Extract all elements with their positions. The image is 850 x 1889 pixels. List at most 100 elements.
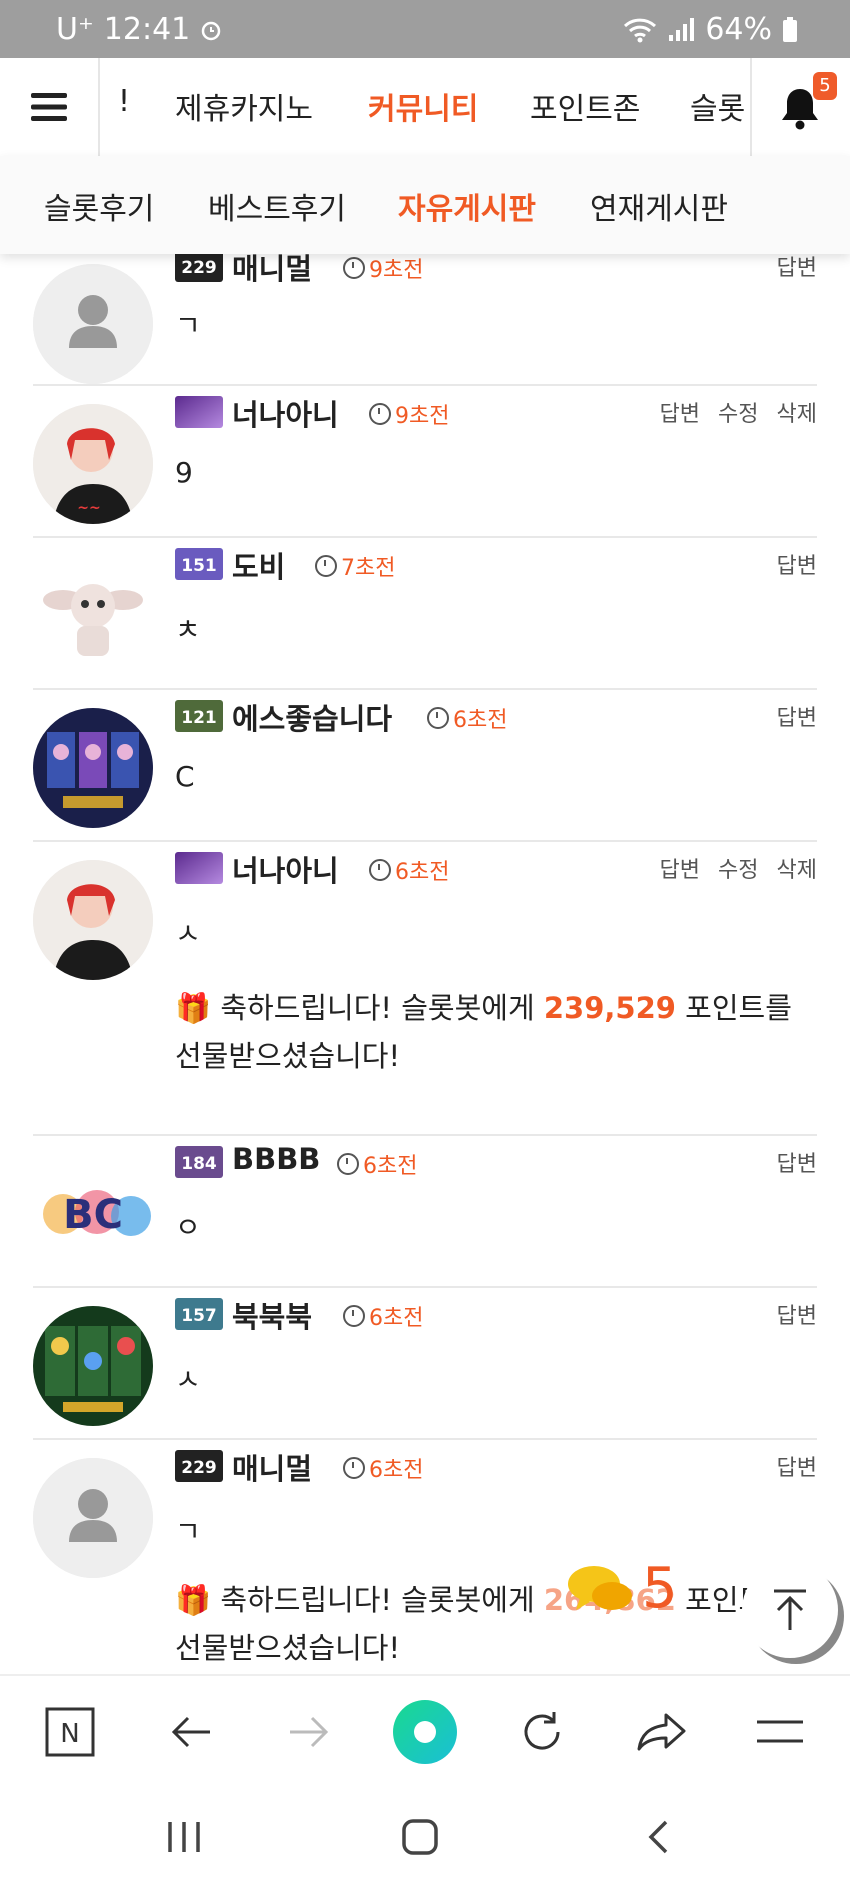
comment-feed: 229 매니멀 9초전 답변 ㄱ ~~ 너나아니 9초전 답변 수정 삭제 9 … — [0, 254, 850, 1674]
browser-toolbar: N — [0, 1674, 850, 1788]
nav-item-slot[interactable]: 슬롯 — [690, 84, 745, 128]
comment-author[interactable]: 너나아니 — [232, 392, 339, 434]
comment-time: 6초전 — [369, 854, 449, 886]
reply-button[interactable]: 답변 — [777, 548, 817, 580]
nav-item-point-zone[interactable]: 포인트존 — [530, 84, 640, 128]
level-label: 121 — [181, 708, 217, 728]
alarm-icon — [202, 21, 221, 40]
nav-scroll: ! 제휴카지노 커뮤니티 포인트존 슬롯 — [98, 58, 750, 156]
comment-time: 6초전 — [427, 702, 507, 734]
comment-item: BC 184 BBBB 6초전 답변 ㅇ — [33, 1136, 817, 1288]
gift-amount: 239,529 — [543, 991, 676, 1025]
clock-icon — [343, 257, 365, 279]
avatar[interactable] — [33, 708, 153, 828]
nav-item-community[interactable]: 커뮤니티 — [368, 84, 478, 128]
comment-author[interactable]: BBBB — [232, 1142, 320, 1176]
hamburger-menu-button[interactable] — [0, 58, 100, 156]
reply-button[interactable]: 답변 — [777, 1146, 817, 1178]
naver-n-button[interactable]: N — [42, 1704, 98, 1760]
avatar[interactable] — [33, 556, 153, 676]
browser-menu-button[interactable] — [752, 1704, 808, 1760]
comment-time: 6초전 — [337, 1148, 417, 1180]
reply-button[interactable]: 답변 — [777, 254, 817, 282]
comment-item: 151 도비 7초전 답변 ㅊ — [33, 538, 817, 690]
back-button[interactable] — [162, 1704, 218, 1760]
nav-item-0[interactable]: ! — [118, 84, 130, 119]
system-back-button[interactable] — [630, 1812, 686, 1862]
notification-badge: 5 — [813, 72, 837, 100]
comment-author[interactable]: 매니멀 — [232, 254, 312, 288]
avatar[interactable] — [33, 1306, 153, 1426]
level-label: 151 — [181, 556, 217, 576]
level-label: 157 — [181, 1306, 217, 1326]
default-user-icon — [33, 264, 153, 384]
refresh-button[interactable] — [514, 1704, 570, 1760]
status-right: 64% — [623, 12, 798, 47]
comment-item: ~~ 너나아니 9초전 답변 수정 삭제 9 — [33, 386, 817, 538]
delete-button[interactable]: 삭제 — [777, 852, 817, 884]
comment-item: 229 매니멀 9초전 답변 ㄱ — [33, 254, 817, 386]
edit-button[interactable]: 수정 — [718, 396, 758, 428]
tab-free-board[interactable]: 자유게시판 — [398, 184, 536, 228]
tab-best-review[interactable]: 베스트후기 — [208, 184, 346, 228]
hamburger-icon — [31, 93, 67, 121]
abc-letters-avatar-icon: BC — [33, 1154, 153, 1274]
reply-button[interactable]: 답변 — [777, 700, 817, 732]
tab-slot-review[interactable]: 슬롯후기 — [44, 184, 154, 228]
avatar[interactable] — [33, 860, 153, 980]
level-label: 229 — [181, 1458, 217, 1478]
comment-time-text: 6초전 — [369, 1306, 424, 1331]
comment-actions: 답변 — [777, 1450, 817, 1482]
edit-button[interactable]: 수정 — [718, 852, 758, 884]
home-system-button[interactable] — [392, 1812, 448, 1862]
comment-actions: 답변 — [777, 1298, 817, 1330]
comment-author[interactable]: 에스좋습니다 — [232, 696, 392, 738]
avatar[interactable] — [33, 264, 153, 384]
comment-author[interactable]: 매니멀 — [232, 1446, 312, 1488]
comment-time: 6초전 — [343, 1300, 423, 1332]
clock-time: 12:41 — [103, 12, 191, 47]
reply-button[interactable]: 답변 — [660, 852, 700, 884]
reply-button[interactable]: 답변 — [777, 1298, 817, 1330]
forward-button[interactable] — [282, 1704, 338, 1760]
nav-item-partner-casino[interactable]: 제휴카지노 — [175, 84, 313, 128]
avatar[interactable]: ~~ — [33, 404, 153, 524]
refresh-icon — [524, 1712, 560, 1750]
gift-message: 🎁 축하드립니다! 슬롯봇에게 239,529 포인트를 선물받으셨습니다! — [175, 984, 825, 1080]
comment-time-text: 9초전 — [369, 258, 424, 283]
comment-author[interactable]: 도비 — [232, 544, 285, 586]
delete-button[interactable]: 삭제 — [777, 396, 817, 428]
naver-n-icon: N — [45, 1707, 95, 1757]
avatar[interactable]: BC — [33, 1154, 153, 1274]
home-button[interactable] — [392, 1699, 458, 1765]
clock-icon — [315, 555, 337, 577]
menu-icon — [757, 1720, 803, 1743]
comment-actions: 답변 — [777, 254, 817, 282]
status-bar: U⁺ 12:41 64% — [0, 0, 850, 58]
reply-button[interactable]: 답변 — [660, 396, 700, 428]
recent-apps-button[interactable] — [156, 1812, 212, 1862]
board-tabs: 슬롯후기 베스트후기 자유게시판 연재게시판 — [0, 156, 850, 254]
scroll-to-top-button[interactable] — [742, 1562, 838, 1658]
level-badge-icon: 229 — [175, 1450, 223, 1482]
comment-author[interactable]: 너나아니 — [232, 848, 339, 890]
chat-count[interactable]: 5 — [642, 1556, 678, 1621]
notification-button[interactable]: 5 — [750, 58, 850, 156]
tab-serial-board[interactable]: 연재게시판 — [590, 184, 728, 228]
comment-time-text: 6초전 — [369, 1458, 424, 1483]
reply-button[interactable]: 답변 — [777, 1450, 817, 1482]
comment-body: 9 — [175, 456, 193, 489]
level-badge-icon: 229 — [175, 254, 223, 282]
comment-body: ㅊ — [175, 613, 201, 646]
comment-body: C — [175, 760, 195, 793]
level-badge-icon: 151 — [175, 548, 223, 580]
battery-icon — [783, 16, 797, 42]
slot-game-avatar-icon — [33, 708, 153, 828]
level-badge-icon — [175, 396, 223, 428]
comment-author[interactable]: 북북북 — [232, 1294, 312, 1336]
gift-icon: 🎁 — [175, 991, 212, 1025]
share-button[interactable] — [634, 1704, 690, 1760]
chat-bubbles-icon[interactable] — [566, 1560, 636, 1620]
clock-icon — [343, 1305, 365, 1327]
avatar[interactable] — [33, 1458, 153, 1578]
